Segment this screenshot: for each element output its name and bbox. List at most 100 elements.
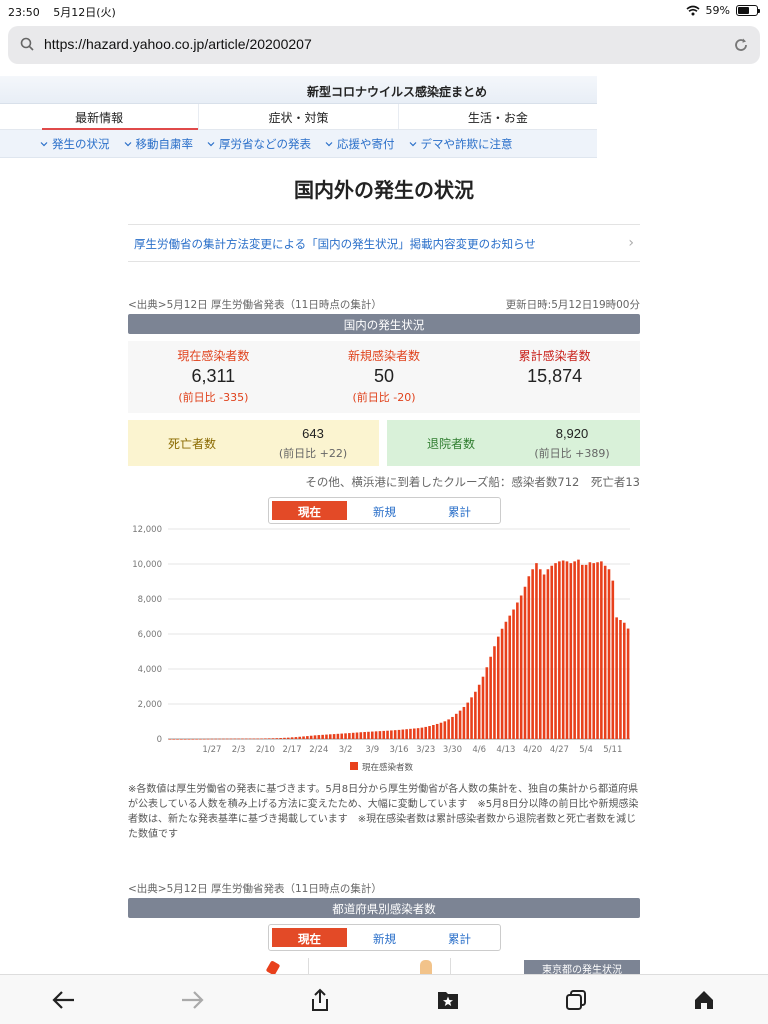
toggle-new[interactable]: 新規	[347, 928, 422, 947]
notice-link[interactable]: 厚生労働省の集計方法変更による「国内の発生状況」掲載内容変更のお知らせ ›	[128, 224, 640, 262]
bar	[420, 727, 424, 739]
site-title: 新型コロナウイルス感染症まとめ	[0, 76, 597, 104]
toggle-current[interactable]: 現在	[272, 928, 347, 947]
bar	[451, 716, 454, 739]
share-button[interactable]	[300, 980, 340, 1020]
bar	[554, 563, 557, 739]
x-tick-label: 2/10	[256, 745, 275, 755]
section-prefecture: 都道府県別感染者数	[128, 898, 640, 918]
bar	[409, 728, 412, 739]
bar	[615, 617, 618, 739]
bar	[592, 563, 596, 739]
bar	[237, 738, 240, 740]
bar	[271, 738, 275, 739]
bar	[596, 562, 599, 739]
recovered-value: 8,920	[555, 426, 589, 441]
bar	[458, 710, 462, 739]
bar	[241, 738, 244, 740]
bar	[225, 738, 229, 740]
x-tick-label: 3/23	[416, 745, 435, 755]
toggle-new[interactable]: 新規	[347, 501, 422, 520]
bar	[302, 736, 305, 739]
home-icon	[695, 990, 713, 1009]
bar	[393, 730, 397, 739]
bar	[168, 738, 172, 740]
bar	[622, 622, 626, 739]
bar	[309, 735, 313, 739]
x-tick-label: 5/11	[603, 745, 622, 755]
subnav-hoax[interactable]: デマや詐欺に注意	[409, 136, 513, 152]
cruise-ship-note: その他、横浜港に到着したクルーズ船：感染者数712 死亡者13	[305, 475, 640, 489]
tab-label: 最新情報	[75, 111, 124, 125]
url-bar[interactable]: https://hazard.yahoo.co.jp/article/20200…	[8, 26, 760, 64]
bar	[390, 730, 393, 739]
stat-value: 50	[373, 366, 395, 386]
bar	[401, 729, 405, 739]
stat-current: 現在感染者数 6,311 (前日比 -335)	[128, 341, 299, 413]
share-icon	[312, 988, 328, 1011]
bar	[542, 574, 546, 739]
bar	[607, 569, 611, 739]
bar	[378, 731, 382, 739]
tabs-button[interactable]	[556, 980, 596, 1020]
bar	[546, 569, 550, 739]
tab-label: 症状・対策	[268, 111, 329, 125]
recovered-box: 退院者数 8,920 (前日比 +389)	[387, 420, 640, 466]
subnav-label: デマや詐欺に注意	[420, 137, 513, 151]
bar	[229, 738, 233, 740]
bar	[214, 738, 218, 740]
subnav-announcements[interactable]: 厚労省などの発表	[207, 136, 311, 152]
bar	[428, 726, 431, 739]
bar	[260, 738, 263, 740]
bar	[516, 602, 519, 739]
bar	[611, 580, 615, 739]
bar	[523, 586, 527, 739]
subnav-support[interactable]: 応援や寄付	[325, 136, 395, 152]
bar	[283, 737, 286, 739]
subnav-outbreak[interactable]: 発生の状況	[40, 136, 110, 152]
forward-button[interactable]	[172, 980, 212, 1020]
bar	[519, 595, 523, 739]
legend-label: 現在感染者数	[362, 762, 414, 773]
x-tick-label: 3/9	[365, 745, 379, 755]
bar	[191, 738, 195, 740]
recovered-label: 退院者数	[427, 437, 476, 451]
recovered-diff: (前日比 +389)	[534, 447, 610, 460]
bar	[328, 734, 332, 739]
bar	[573, 561, 576, 739]
bookmark-star-icon	[438, 991, 458, 1009]
url-text[interactable]: https://hazard.yahoo.co.jp/article/20200…	[44, 36, 312, 52]
bar	[325, 734, 328, 739]
bar	[466, 702, 470, 739]
chevron-right-icon: ›	[628, 235, 634, 251]
toggle-total[interactable]: 累計	[422, 928, 497, 947]
subnav-mobility[interactable]: 移動自粛率	[124, 136, 193, 152]
subnav-label: 応援や寄付	[337, 137, 395, 151]
updated-text: 更新日時:5月12日19時00分	[505, 299, 640, 311]
divider	[450, 958, 451, 974]
back-button[interactable]	[44, 980, 84, 1020]
tokyo-status-badge[interactable]: 東京都の発生状況	[524, 960, 640, 974]
bar	[485, 667, 489, 739]
tab-symptoms[interactable]: 症状・対策	[198, 104, 397, 129]
source-text: <出典>5月12日 厚生労働省発表（11日時点の集計）	[128, 299, 382, 311]
bar	[348, 733, 351, 739]
notice-text[interactable]: 厚生労働省の集計方法変更による「国内の発生状況」掲載内容変更のお知らせ	[134, 236, 536, 252]
bar	[561, 560, 565, 739]
search-icon	[20, 37, 34, 51]
home-button[interactable]	[684, 980, 724, 1020]
bookmarks-button[interactable]	[428, 980, 468, 1020]
tab-latest[interactable]: 最新情報	[0, 104, 199, 130]
toggle-total[interactable]: 累計	[422, 501, 497, 520]
tab-life-money[interactable]: 生活・お金	[397, 104, 597, 129]
chevron-down-icon	[124, 142, 131, 147]
chevron-down-icon	[40, 142, 48, 147]
x-tick-label: 2/24	[309, 745, 328, 755]
bar	[233, 738, 237, 740]
toggle-current[interactable]: 現在	[272, 501, 347, 520]
reload-icon[interactable]	[732, 36, 750, 54]
bar	[500, 628, 504, 739]
stat-label: 新規感染者数	[348, 349, 421, 363]
x-tick-label: 3/16	[389, 745, 408, 755]
battery-icon	[736, 5, 760, 16]
